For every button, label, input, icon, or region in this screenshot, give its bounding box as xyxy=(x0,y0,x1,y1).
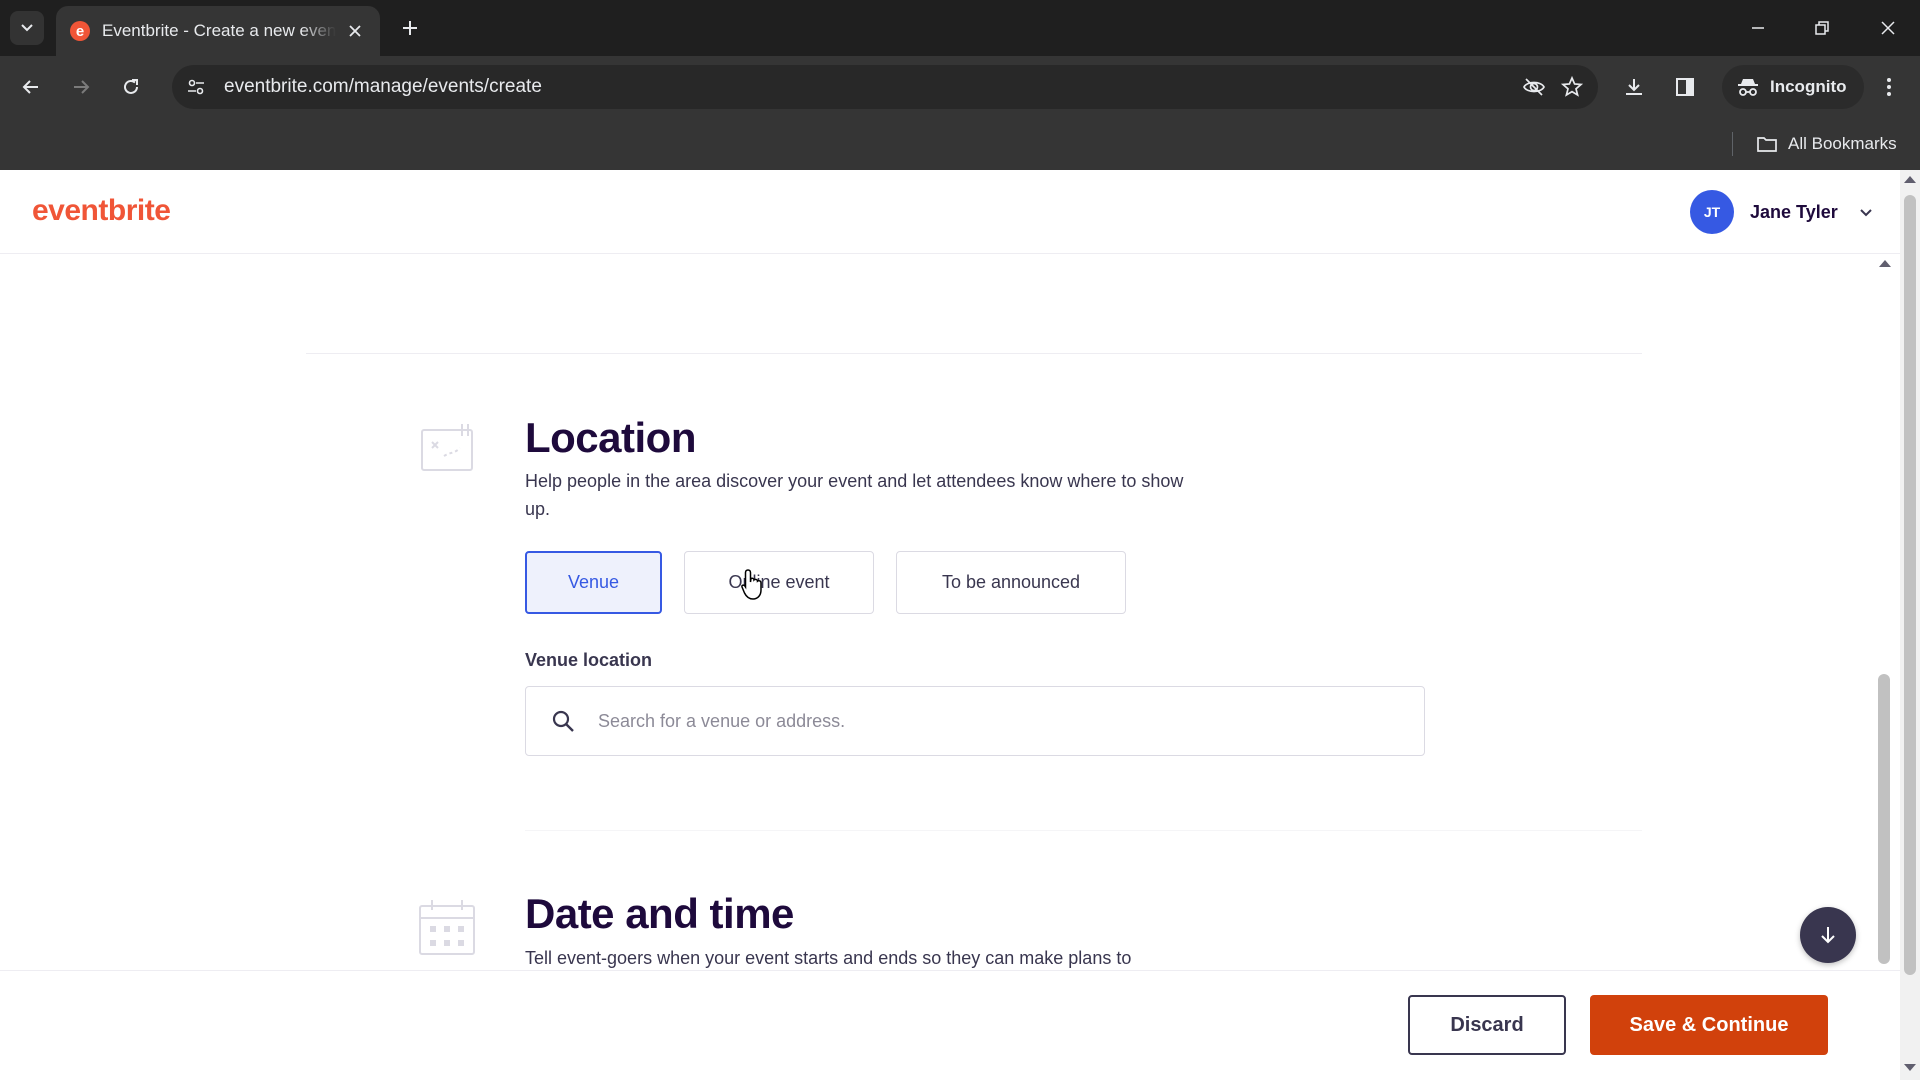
page-scroll-down-arrow[interactable] xyxy=(1904,1064,1916,1071)
site-info-button[interactable] xyxy=(176,67,216,107)
incognito-indicator[interactable]: Incognito xyxy=(1722,65,1865,109)
minimize-icon xyxy=(1752,27,1764,29)
content-scrollbar[interactable] xyxy=(1875,254,1893,970)
chevron-down-icon xyxy=(1860,209,1872,217)
url-text[interactable]: eventbrite.com/manage/events/create xyxy=(224,76,1522,98)
browser-tab-active[interactable]: e Eventbrite - Create a new event xyxy=(56,6,380,56)
avatar: JT xyxy=(1690,190,1734,234)
location-description: Help people in the area discover your ev… xyxy=(525,471,1184,519)
plus-icon xyxy=(403,21,417,35)
search-icon xyxy=(552,710,574,732)
all-bookmarks-button[interactable]: All Bookmarks xyxy=(1756,128,1897,160)
tune-icon xyxy=(188,79,204,95)
reload-button[interactable] xyxy=(112,68,150,106)
arrow-right-icon xyxy=(74,80,90,94)
browser-tabstrip: e Eventbrite - Create a new event xyxy=(0,0,1920,56)
bookmarks-separator xyxy=(1732,132,1733,156)
venue-search-input[interactable] xyxy=(598,710,1424,732)
all-bookmarks-label: All Bookmarks xyxy=(1788,134,1897,153)
side-panel-button[interactable] xyxy=(1666,68,1704,106)
online-event-option-button[interactable]: Online event xyxy=(684,551,874,614)
save-continue-button[interactable]: Save & Continue xyxy=(1590,995,1828,1055)
close-icon xyxy=(349,25,361,37)
arrow-left-icon xyxy=(22,80,38,94)
venue-option-button[interactable]: Venue xyxy=(525,551,662,614)
user-name: Jane Tyler xyxy=(1750,201,1838,222)
chevron-down-icon xyxy=(21,24,33,32)
eventbrite-logo[interactable]: eventbrite xyxy=(32,194,171,228)
section-divider xyxy=(525,830,1642,831)
restore-icon xyxy=(1815,21,1829,35)
hand-cursor-icon xyxy=(741,569,762,600)
close-window-button[interactable] xyxy=(1870,10,1906,46)
page-scrollbar-thumb[interactable] xyxy=(1904,195,1916,975)
folder-icon xyxy=(1757,137,1777,152)
page-scroll-up-arrow[interactable] xyxy=(1904,176,1916,183)
section-divider xyxy=(306,353,1642,354)
bookmarks-bar: All Bookmarks xyxy=(0,118,1920,170)
to-be-announced-option-button[interactable]: To be announced xyxy=(896,551,1126,614)
browser-menu-button[interactable] xyxy=(1870,68,1908,106)
more-vertical-icon xyxy=(1887,78,1891,96)
eye-off-icon[interactable] xyxy=(1522,75,1546,99)
site-header: eventbrite JT Jane Tyler xyxy=(0,170,1900,254)
page-scrollbar[interactable] xyxy=(1900,170,1920,1080)
discard-button[interactable]: Discard xyxy=(1408,995,1566,1055)
side-panel-icon xyxy=(1676,78,1694,96)
location-title: Location xyxy=(525,414,697,461)
star-icon[interactable] xyxy=(1560,75,1584,99)
scroll-down-button[interactable] xyxy=(1800,907,1856,963)
action-footer: Discard Save & Continue xyxy=(0,970,1900,1080)
new-tab-button[interactable] xyxy=(394,12,426,44)
browser-toolbar: eventbrite.com/manage/events/create Inco… xyxy=(0,56,1920,118)
downloads-button[interactable] xyxy=(1615,68,1653,106)
address-bar[interactable]: eventbrite.com/manage/events/create xyxy=(172,65,1598,109)
forward-button[interactable] xyxy=(62,68,100,106)
venue-search-box[interactable] xyxy=(525,686,1425,756)
tab-close-button[interactable] xyxy=(344,20,366,42)
reload-icon xyxy=(124,79,138,94)
user-menu-caret xyxy=(1856,202,1876,222)
minimize-window-button[interactable] xyxy=(1740,10,1776,46)
tab-search-button[interactable] xyxy=(10,11,44,45)
download-icon xyxy=(1626,79,1642,95)
tab-title: Eventbrite - Create a new event xyxy=(102,21,336,40)
back-button[interactable] xyxy=(12,68,50,106)
map-icon xyxy=(421,424,473,471)
scroll-up-arrow[interactable] xyxy=(1879,260,1891,267)
eventbrite-favicon-icon: e xyxy=(70,21,90,41)
close-icon xyxy=(1881,21,1895,35)
arrow-down-icon xyxy=(1821,927,1835,944)
date-time-title: Date and time xyxy=(525,890,794,937)
calendar-icon xyxy=(419,900,475,955)
incognito-label: Incognito xyxy=(1770,77,1847,96)
date-time-description: Tell event-goers when your event starts … xyxy=(525,948,1132,968)
restore-window-button[interactable] xyxy=(1804,10,1840,46)
incognito-icon xyxy=(1738,79,1758,96)
web-page: eventbrite JT Jane Tyler Location Help p… xyxy=(0,170,1920,1080)
venue-location-label: Venue location xyxy=(525,650,653,670)
content-scrollbar-thumb[interactable] xyxy=(1878,674,1890,964)
user-menu[interactable]: JT Jane Tyler xyxy=(1690,190,1876,234)
